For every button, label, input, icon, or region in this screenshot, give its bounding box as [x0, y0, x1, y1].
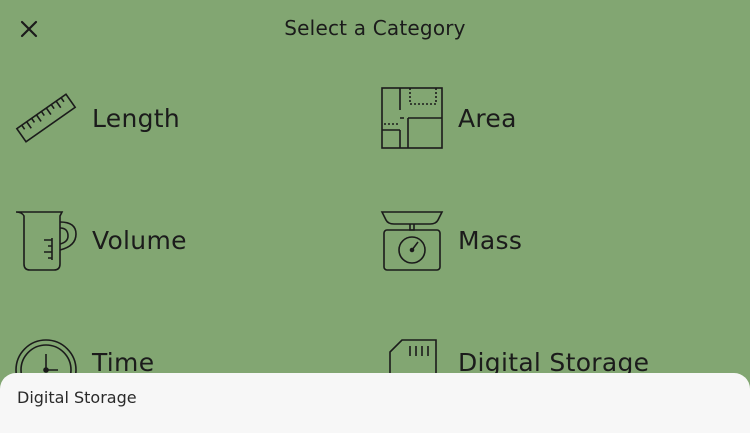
floor-plan-icon — [380, 86, 444, 150]
bottom-sheet-text: Digital Storage — [17, 388, 137, 407]
category-grid: Length Area Volume Mass Time Digital Sto… — [0, 0, 750, 422]
category-length[interactable]: Length — [14, 78, 354, 158]
category-volume[interactable]: Volume — [14, 200, 354, 280]
category-label: Length — [92, 103, 181, 133]
category-label: Area — [458, 103, 517, 133]
ruler-icon — [14, 86, 78, 150]
bottom-sheet[interactable]: Digital Storage — [0, 373, 750, 433]
kitchen-scale-icon — [380, 208, 444, 272]
category-label: Volume — [92, 225, 187, 255]
measuring-cup-icon — [14, 208, 78, 272]
category-mass[interactable]: Mass — [380, 200, 720, 280]
category-label: Mass — [458, 225, 523, 255]
category-area[interactable]: Area — [380, 78, 720, 158]
